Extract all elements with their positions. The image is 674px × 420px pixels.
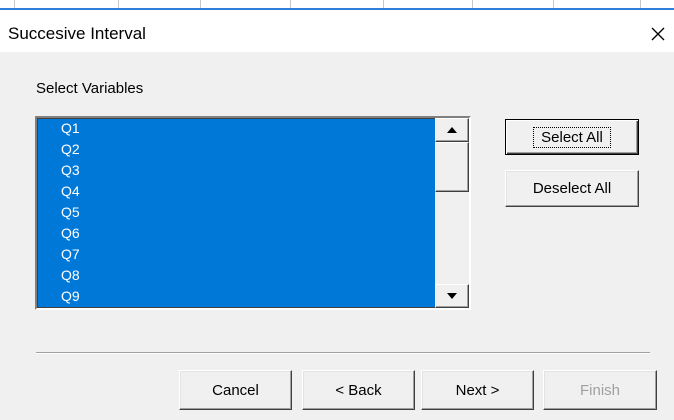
scroll-thumb[interactable] <box>435 142 469 192</box>
background-spreadsheet-strip <box>0 0 674 10</box>
list-item[interactable]: Q4 <box>37 181 435 202</box>
back-button[interactable]: < Back <box>302 370 415 410</box>
column-gridline <box>118 0 119 8</box>
list-item[interactable]: Q5 <box>37 202 435 223</box>
close-button[interactable] <box>642 18 674 50</box>
triangle-up-icon <box>447 127 457 133</box>
variables-list: Q1 Q2 Q3 Q4 Q5 Q6 Q7 Q8 Q9 <box>37 118 435 308</box>
column-gridline <box>640 0 641 8</box>
cancel-button[interactable]: Cancel <box>179 370 292 410</box>
column-gridline <box>200 0 201 8</box>
close-icon <box>651 27 665 41</box>
select-all-button[interactable]: Select All <box>505 119 639 155</box>
list-item[interactable]: Q8 <box>37 265 435 286</box>
vertical-scrollbar[interactable] <box>435 118 469 308</box>
deselect-all-button[interactable]: Deselect All <box>505 170 639 207</box>
list-item[interactable]: Q7 <box>37 244 435 265</box>
triangle-down-icon <box>447 293 457 299</box>
column-gridline <box>553 0 554 8</box>
column-gridline <box>14 0 15 8</box>
list-item[interactable]: Q3 <box>37 160 435 181</box>
separator-line <box>36 352 650 354</box>
finish-button[interactable]: Finish <box>543 370 657 410</box>
dialog-title: Succesive Interval <box>8 24 146 43</box>
list-item[interactable]: Q1 <box>37 118 435 139</box>
column-gridline <box>383 0 384 8</box>
variables-listbox[interactable]: Q1 Q2 Q3 Q4 Q5 Q6 Q7 Q8 Q9 <box>35 116 471 310</box>
scroll-down-button[interactable] <box>435 284 469 308</box>
title-bar: Succesive Interval <box>0 10 674 52</box>
column-gridline <box>290 0 291 8</box>
select-variables-label: Select Variables <box>36 80 144 97</box>
column-gridline <box>472 0 473 8</box>
select-all-label: Select All <box>533 126 611 148</box>
list-item[interactable]: Q9 <box>37 286 435 307</box>
next-button[interactable]: Next > <box>421 370 534 410</box>
succesive-interval-dialog: Succesive Interval Select Variables Q1 Q… <box>0 10 674 420</box>
scroll-up-button[interactable] <box>435 118 469 142</box>
list-item[interactable]: Q6 <box>37 223 435 244</box>
list-item[interactable]: Q2 <box>37 139 435 160</box>
